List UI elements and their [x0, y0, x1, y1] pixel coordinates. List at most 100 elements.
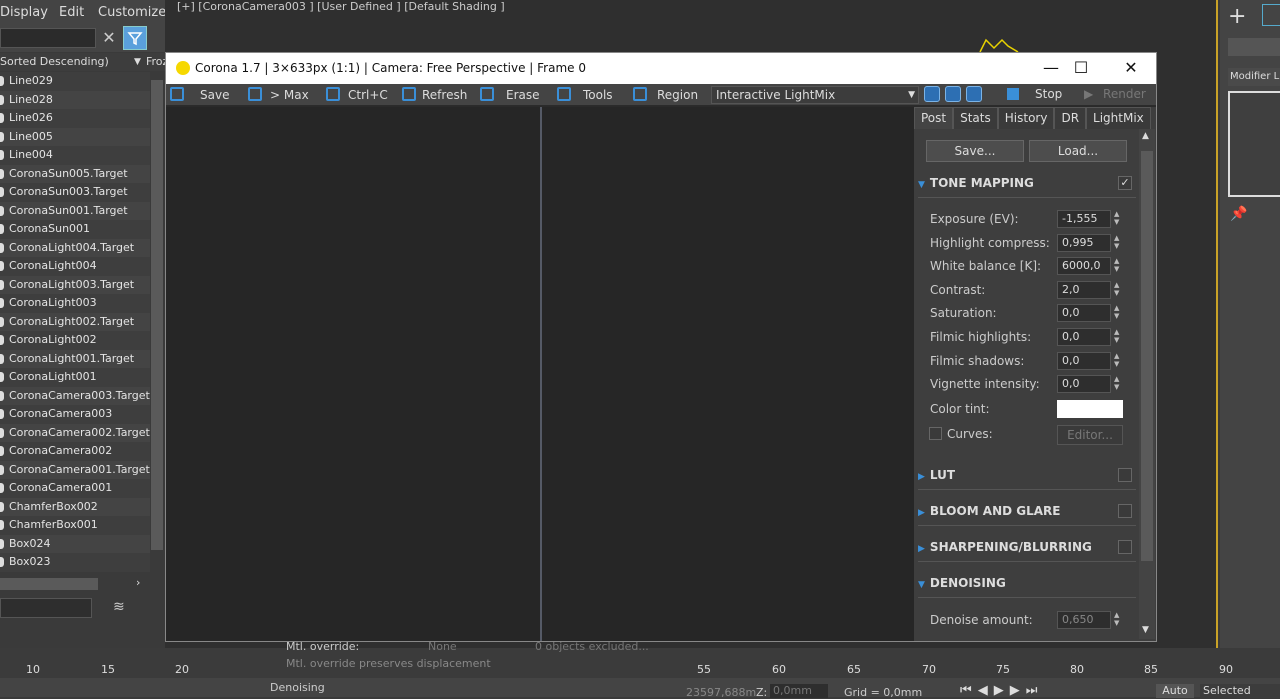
- sort-header[interactable]: Sorted Descending) ▼ Froz: [0, 53, 165, 71]
- list-item[interactable]: CoronaSun003.Target: [0, 183, 150, 202]
- color-tint-swatch[interactable]: [1057, 400, 1123, 418]
- viewport-label[interactable]: [+] [CoronaCamera003 ] [User Defined ] […: [177, 0, 505, 13]
- denoising-rollout-label[interactable]: Denoising: [270, 681, 325, 694]
- list-item[interactable]: Box023: [0, 553, 150, 572]
- menu-edit[interactable]: Edit: [59, 0, 84, 20]
- list-item[interactable]: CoronaLight003.Target: [0, 275, 150, 294]
- tab-post[interactable]: Post: [914, 107, 954, 129]
- list-item[interactable]: Line029: [0, 72, 150, 91]
- search-input[interactable]: [0, 28, 96, 48]
- spinner-icon[interactable]: ▲ ▼: [1114, 611, 1119, 627]
- sharpening-header[interactable]: ▶ SHARPENING/BLURRING: [918, 536, 1136, 558]
- list-item[interactable]: CoronaCamera001: [0, 479, 150, 498]
- denoising-header[interactable]: ▼ DENOISING: [918, 572, 1136, 594]
- tone-param-input[interactable]: 0,0: [1057, 375, 1111, 394]
- list-item[interactable]: ChamferBox001: [0, 516, 150, 535]
- scroll-right-icon[interactable]: ›: [136, 576, 140, 589]
- layer-dropdown[interactable]: [0, 598, 92, 618]
- list-item[interactable]: Line028: [0, 90, 150, 109]
- spinner-icon[interactable]: ▲ ▼: [1114, 257, 1119, 273]
- tone-param-input[interactable]: 0,995: [1057, 233, 1111, 252]
- spinner-icon[interactable]: ▲ ▼: [1114, 375, 1119, 391]
- refresh-button[interactable]: Refresh: [402, 87, 467, 104]
- pin-stack-icon[interactable]: 📌: [1230, 206, 1247, 222]
- list-item[interactable]: CoronaLight001.Target: [0, 349, 150, 368]
- list-item[interactable]: Box024: [0, 534, 150, 553]
- region-button[interactable]: Region: [633, 87, 698, 104]
- list-horizontal-scrollbar[interactable]: ›: [0, 576, 150, 592]
- tab-lightmix[interactable]: LightMix: [1086, 107, 1151, 129]
- post-panel-scrollbar[interactable]: ▲ ▼: [1139, 129, 1155, 639]
- render-canvas[interactable]: [166, 107, 914, 641]
- list-item[interactable]: CoronaLight004: [0, 257, 150, 276]
- object-name-field[interactable]: [1228, 38, 1280, 56]
- modifier-stack[interactable]: [1228, 91, 1280, 197]
- list-item[interactable]: Line004: [0, 146, 150, 165]
- clear-search-icon[interactable]: ✕: [100, 28, 118, 48]
- create-tab-icon[interactable]: +: [1228, 4, 1246, 29]
- list-item[interactable]: CoronaCamera002.Target: [0, 423, 150, 442]
- list-item[interactable]: CoronaSun001.Target: [0, 201, 150, 220]
- modifier-list-dropdown[interactable]: Modifier Li: [1228, 68, 1280, 86]
- list-vertical-scrollbar[interactable]: [150, 72, 165, 574]
- bloom-checkbox[interactable]: [1118, 504, 1132, 518]
- lut-checkbox[interactable]: [1118, 468, 1132, 482]
- list-item[interactable]: CoronaCamera003: [0, 405, 150, 424]
- tone-mapping-checkbox[interactable]: ✓: [1118, 176, 1132, 190]
- filter-icon[interactable]: [123, 26, 147, 50]
- ctrl-c-button[interactable]: Ctrl+C: [326, 87, 388, 104]
- list-item[interactable]: CoronaLight001: [0, 368, 150, 387]
- tone-param-input[interactable]: 0,0: [1057, 304, 1111, 323]
- list-item[interactable]: CoronaLight002: [0, 331, 150, 350]
- list-item[interactable]: CoronaSun005.Target: [0, 164, 150, 183]
- sharpening-checkbox[interactable]: [1118, 540, 1132, 554]
- list-item[interactable]: CoronaSun001: [0, 220, 150, 239]
- tab-history[interactable]: History: [997, 107, 1055, 129]
- send-to-max-button[interactable]: > Max: [248, 87, 309, 104]
- list-item[interactable]: CoronaCamera003.Target: [0, 386, 150, 405]
- tone-param-input[interactable]: 6000,0: [1057, 257, 1111, 276]
- denoise-amount-input[interactable]: 0,650: [1057, 611, 1111, 629]
- list-item[interactable]: Line026: [0, 109, 150, 128]
- tone-param-input[interactable]: 2,0: [1057, 280, 1111, 299]
- save-button[interactable]: Save: [170, 87, 229, 104]
- list-item[interactable]: CoronaLight004.Target: [0, 238, 150, 257]
- spinner-icon[interactable]: ▲ ▼: [1114, 304, 1119, 320]
- curves-editor-button[interactable]: Editor...: [1057, 425, 1123, 445]
- list-item[interactable]: CoronaCamera002: [0, 442, 150, 461]
- close-icon[interactable]: ✕: [1116, 59, 1146, 79]
- post-load-button[interactable]: Load...: [1029, 140, 1127, 162]
- tools-button[interactable]: Tools: [557, 87, 613, 104]
- maximize-icon[interactable]: ☐: [1066, 59, 1096, 79]
- playback-controls[interactable]: ⏮◀▶▶⏭: [960, 683, 1043, 698]
- spinner-icon[interactable]: ▲ ▼: [1114, 352, 1119, 368]
- zoom-fit-icon[interactable]: [966, 86, 982, 102]
- tone-param-input[interactable]: 0,0: [1057, 351, 1111, 370]
- lightmix-mode-select[interactable]: Interactive LightMix ▼: [711, 86, 919, 104]
- zoom-in-icon[interactable]: [924, 86, 940, 102]
- selection-dropdown[interactable]: Selected: [1200, 684, 1280, 698]
- tab-stats[interactable]: Stats: [953, 107, 998, 129]
- render-button[interactable]: ▶ Render: [1084, 87, 1146, 104]
- post-save-button[interactable]: Save...: [926, 140, 1024, 162]
- menu-display[interactable]: Display: [0, 0, 48, 20]
- lut-header[interactable]: ▶ LUT: [918, 464, 1136, 486]
- minimize-icon[interactable]: —: [1036, 59, 1066, 79]
- z-value-field[interactable]: 0,0mm: [770, 684, 828, 698]
- frozen-column-header[interactable]: Froz: [146, 53, 165, 71]
- menu-customize[interactable]: Customize: [98, 0, 166, 20]
- tone-param-input[interactable]: -1,555: [1057, 210, 1111, 228]
- list-item[interactable]: CoronaCamera001.Target: [0, 460, 150, 479]
- vfb-title-bar[interactable]: Corona 1.7 | 3×633px (1:1) | Camera: Fre…: [166, 53, 1156, 84]
- list-item[interactable]: CoronaLight003: [0, 294, 150, 313]
- curves-checkbox[interactable]: [929, 427, 942, 440]
- tone-mapping-header[interactable]: ▼ TONE MAPPING ✓: [918, 172, 1136, 194]
- zoom-out-icon[interactable]: [945, 86, 961, 102]
- bloom-glare-header[interactable]: ▶ BLOOM AND GLARE: [918, 500, 1136, 522]
- tone-param-input[interactable]: 0,0: [1057, 328, 1111, 346]
- stop-button[interactable]: Stop: [1035, 87, 1062, 104]
- layers-icon[interactable]: ≋: [113, 599, 125, 615]
- modify-tab-icon[interactable]: [1262, 4, 1280, 26]
- auto-key-button[interactable]: Auto: [1156, 684, 1194, 698]
- list-item[interactable]: ChamferBox002: [0, 497, 150, 516]
